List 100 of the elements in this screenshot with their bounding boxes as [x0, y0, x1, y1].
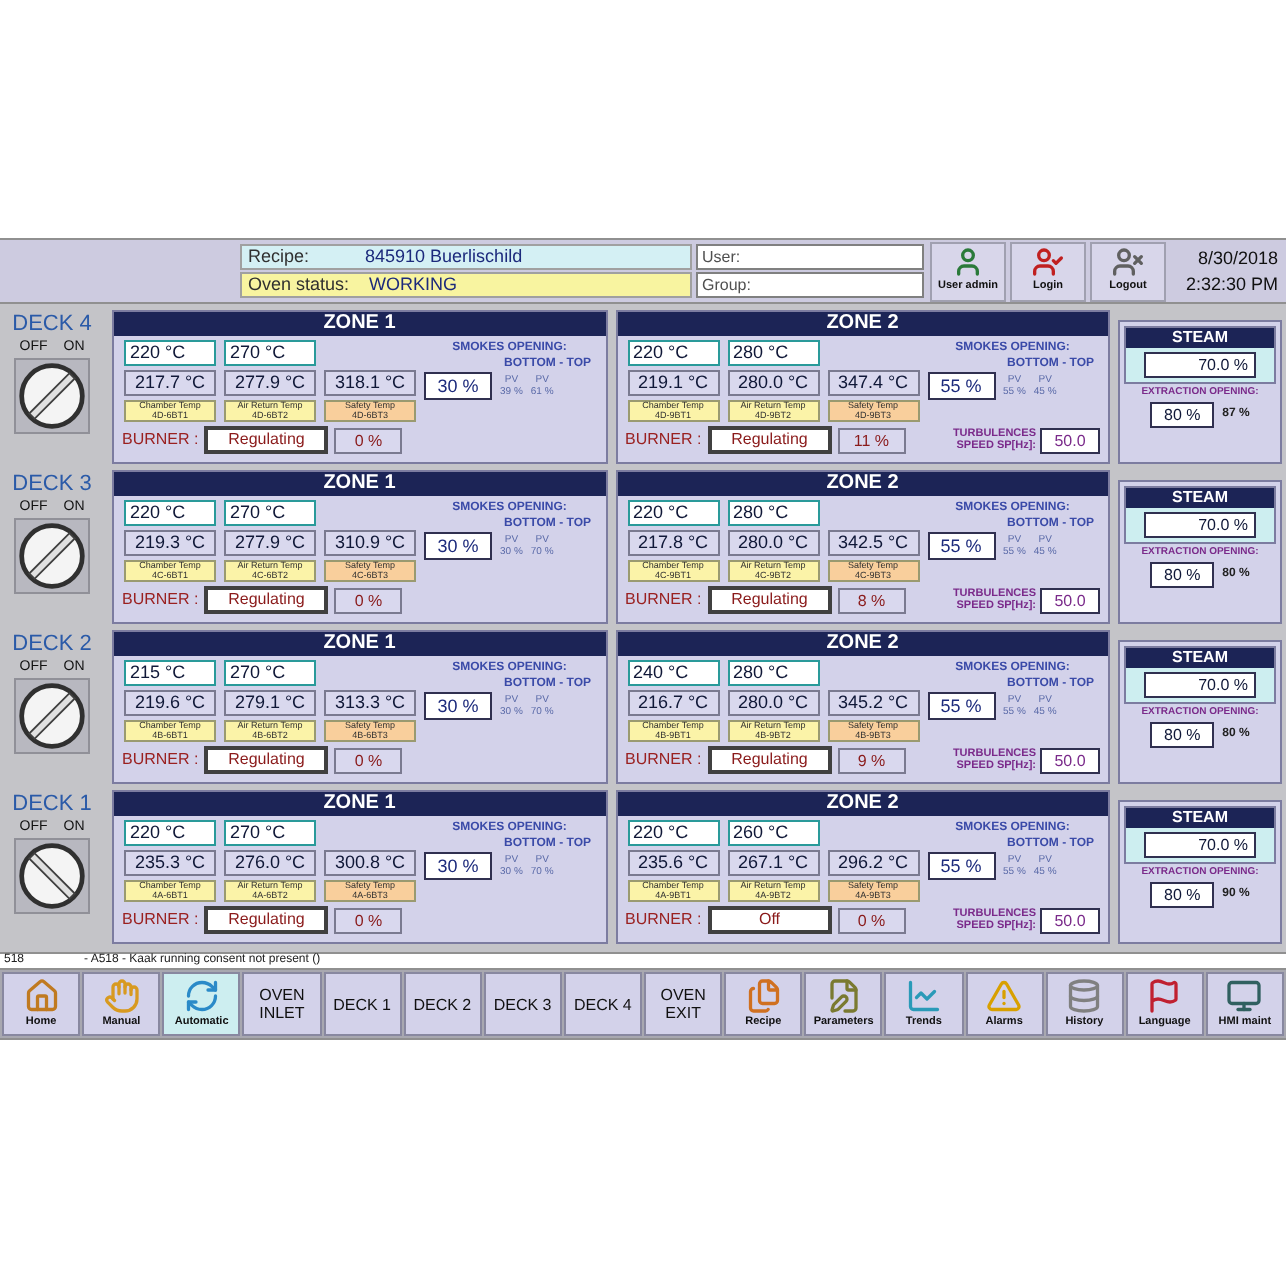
turbulence-field[interactable]: 50.0 — [1040, 587, 1100, 613]
smokes-setpoint-field[interactable]: 30 % — [424, 532, 492, 560]
turbulence-field[interactable]: 50.0 — [1040, 747, 1100, 773]
setpoint-field[interactable]: 240 °C — [627, 660, 719, 686]
setpoint-field[interactable]: 215 °C — [124, 660, 216, 686]
group-field: Group: — [696, 272, 924, 298]
setpoint-field[interactable]: 270 °C — [224, 500, 316, 526]
nav-button[interactable]: DECK 2 — [403, 972, 482, 1036]
recipe-label: Recipe: — [248, 246, 310, 268]
temperature-reading: 280.0 °C — [727, 530, 819, 556]
setpoint-field[interactable]: 220 °C — [627, 500, 719, 526]
temperature-reading: 235.3 °C — [124, 850, 216, 876]
temperature-reading: 345.2 °C — [827, 690, 919, 716]
steam-field[interactable]: 70.0 % — [1144, 352, 1256, 378]
nav-button[interactable]: DECK 4 — [563, 972, 642, 1036]
rotary-switch[interactable] — [14, 838, 90, 914]
nav-button[interactable]: OVEN INLET — [242, 972, 321, 1036]
rotary-switch[interactable] — [14, 518, 90, 594]
burner-label: BURNER : — [122, 428, 199, 452]
temperature-reading: 216.7 °C — [627, 690, 719, 716]
extraction-field[interactable]: 80 % — [1150, 882, 1215, 908]
zone-title: ZONE 2 — [617, 792, 1108, 816]
extraction-field[interactable]: 80 % — [1150, 562, 1215, 588]
recipe-name: 845910 Buerlischild — [365, 246, 523, 268]
extraction-field[interactable]: 80 % — [1150, 402, 1215, 428]
monitor-icon — [1226, 977, 1263, 1014]
burner-state-field: Regulating — [204, 426, 329, 454]
flag-icon — [1146, 977, 1183, 1014]
temperature-reading: 318.1 °C — [324, 370, 416, 396]
setpoint-field[interactable]: 270 °C — [224, 820, 316, 846]
oven-status: WORKING — [369, 274, 458, 296]
setpoint-field[interactable]: 220 °C — [124, 500, 216, 526]
steam-title: STEAM — [1126, 488, 1274, 508]
setpoint-field[interactable]: 220 °C — [627, 820, 719, 846]
turbulence-field[interactable]: 50.0 — [1040, 907, 1100, 933]
deck-label: DECK 2 — [12, 630, 92, 658]
steam-field[interactable]: 70.0 % — [1144, 512, 1256, 538]
smokes-setpoint-field[interactable]: 55 % — [927, 692, 995, 720]
setpoint-field[interactable]: 280 °C — [727, 340, 819, 366]
rotary-switch[interactable] — [14, 358, 90, 434]
burner-state-field: Regulating — [707, 586, 832, 614]
temperature-reading: 280.0 °C — [727, 370, 819, 396]
setpoint-field[interactable]: 270 °C — [224, 660, 316, 686]
zone-title: ZONE 1 — [114, 312, 605, 336]
burner-state-field: Regulating — [707, 746, 832, 774]
burner-state-field: Regulating — [707, 426, 832, 454]
setpoint-field[interactable]: 220 °C — [124, 340, 216, 366]
burner-state-field: Off — [707, 906, 832, 934]
burner-label: BURNER : — [625, 908, 702, 932]
status-label: Oven status: — [248, 274, 350, 296]
deck-label: DECK 4 — [12, 310, 92, 338]
temperature-reading: 267.1 °C — [727, 850, 819, 876]
temperature-reading: 279.1 °C — [224, 690, 316, 716]
steam-field[interactable]: 70.0 % — [1144, 672, 1256, 698]
user-icon — [952, 246, 984, 279]
smokes-setpoint-field[interactable]: 55 % — [927, 852, 995, 880]
setpoint-field[interactable]: 280 °C — [727, 500, 819, 526]
temperature-reading: 219.6 °C — [124, 690, 216, 716]
burner-label: BURNER : — [625, 428, 702, 452]
temperature-reading: 277.9 °C — [224, 370, 316, 396]
smokes-setpoint-field[interactable]: 55 % — [927, 372, 995, 400]
smokes-setpoint-field[interactable]: 30 % — [424, 852, 492, 880]
deck-label: DECK 3 — [12, 470, 92, 498]
user-check-icon — [1032, 246, 1064, 279]
burner-label: BURNER : — [122, 588, 199, 612]
zone-title: ZONE 1 — [114, 632, 605, 656]
setpoint-field[interactable]: 260 °C — [727, 820, 819, 846]
temperature-reading: 296.2 °C — [827, 850, 919, 876]
warning-icon — [986, 977, 1023, 1014]
burner-label: BURNER : — [625, 748, 702, 772]
refresh-icon — [183, 977, 220, 1014]
steam-title: STEAM — [1126, 328, 1274, 348]
line-chart-icon — [905, 977, 942, 1014]
zone-title: ZONE 2 — [617, 472, 1108, 496]
zone-title: ZONE 1 — [114, 792, 605, 816]
setpoint-field[interactable]: 220 °C — [124, 820, 216, 846]
extraction-field[interactable]: 80 % — [1150, 722, 1215, 748]
burner-percent: 0 % — [334, 747, 403, 773]
steam-title: STEAM — [1126, 808, 1274, 828]
nav-button[interactable]: DECK 1 — [323, 972, 402, 1036]
nav-button[interactable]: OVEN EXIT — [644, 972, 723, 1036]
turbulence-field[interactable]: 50.0 — [1040, 427, 1100, 453]
temperature-reading: 347.4 °C — [827, 370, 919, 396]
time: 2:32:30 PM — [1185, 271, 1278, 297]
deck-label: DECK 1 — [12, 790, 92, 818]
burner-percent: 0 % — [334, 907, 403, 933]
setpoint-field[interactable]: 220 °C — [627, 340, 719, 366]
database-icon — [1066, 977, 1103, 1014]
smokes-setpoint-field[interactable]: 55 % — [927, 532, 995, 560]
temperature-reading: 342.5 °C — [827, 530, 919, 556]
rotary-switch[interactable] — [14, 678, 90, 754]
smokes-setpoint-field[interactable]: 30 % — [424, 372, 492, 400]
user-remove-icon — [1112, 246, 1144, 279]
steam-field[interactable]: 70.0 % — [1144, 832, 1256, 858]
setpoint-field[interactable]: 270 °C — [224, 340, 316, 366]
nav-button[interactable]: DECK 3 — [483, 972, 562, 1036]
clipboard-pen-icon — [825, 977, 862, 1014]
smokes-setpoint-field[interactable]: 30 % — [424, 692, 492, 720]
setpoint-field[interactable]: 280 °C — [727, 660, 819, 686]
temperature-reading: 235.6 °C — [627, 850, 719, 876]
